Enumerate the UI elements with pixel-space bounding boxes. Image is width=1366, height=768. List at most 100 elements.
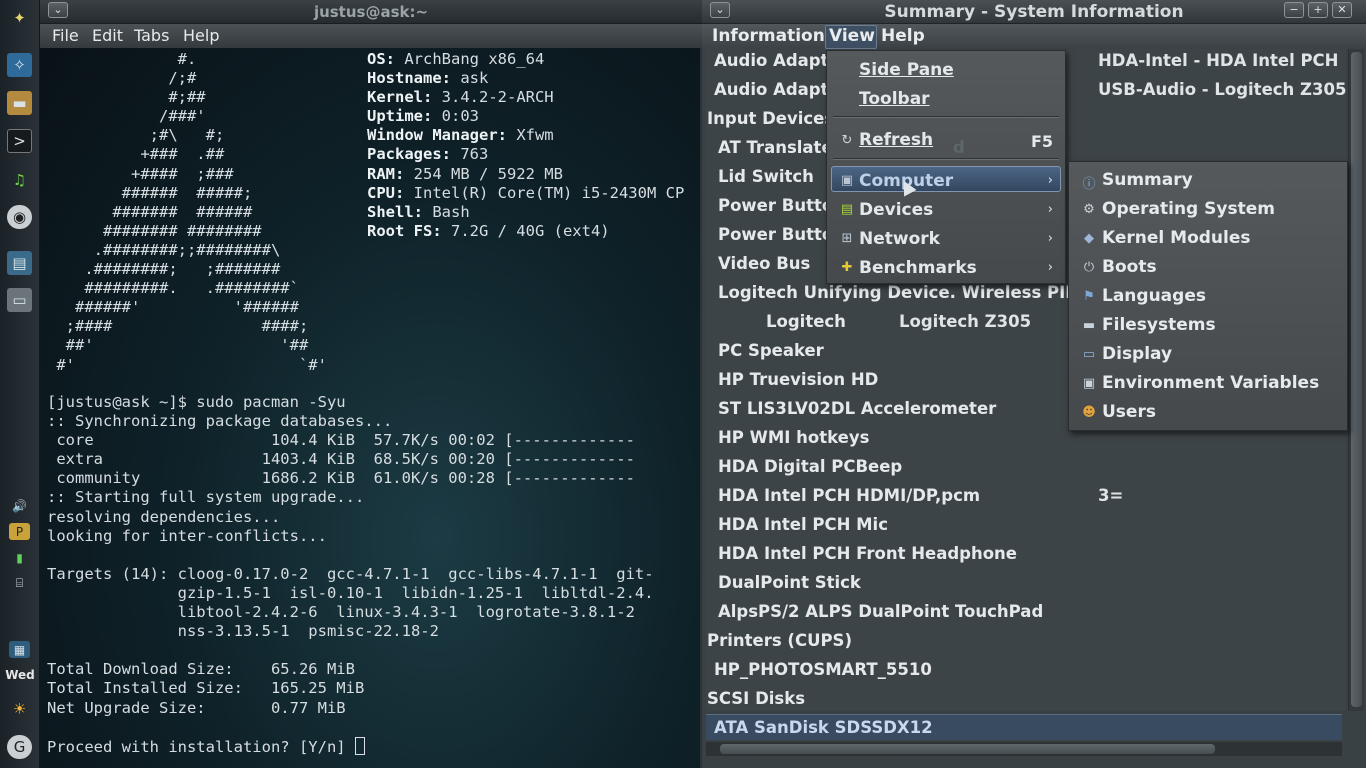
menu-tabs[interactable]: Tabs [134, 26, 169, 45]
info-label: Root FS: [367, 221, 442, 240]
list-item[interactable]: SCSI Disks [707, 689, 805, 708]
info-label: OS: [367, 50, 395, 68]
menu-item-refresh[interactable]: Refresh [859, 130, 933, 150]
list-item[interactable]: Video Bus [718, 254, 810, 273]
scrollbar-thumb[interactable] [1351, 52, 1362, 707]
list-item[interactable]: Input Devices [707, 109, 834, 128]
info-label: RAM: [367, 164, 405, 183]
selected-row-label: ATA SanDisk SDSSDX12 [714, 718, 933, 737]
clipboard-icon[interactable]: P [9, 523, 30, 540]
menu-item-toolbar[interactable]: Toolbar [859, 89, 930, 109]
terminal-output[interactable]: #. /;# #;## /###' ;#\ #; +### .## +#### … [47, 50, 699, 766]
terminal-small-icon: ▣ [1082, 376, 1096, 391]
menu-separator [833, 116, 1059, 118]
output-line: extra 1403.4 KiB 68.5K/s 00:20 [--------… [47, 450, 635, 469]
sysinfo-titlebar[interactable]: ⌄ Summary - System Information − + ✕ [702, 0, 1366, 24]
submenu-item-display[interactable]: Display [1102, 344, 1172, 364]
gear-icon: ⚙ [1083, 202, 1095, 217]
ascii-line: #. [47, 50, 197, 68]
music-icon[interactable]: ♫ [7, 168, 32, 192]
submenu-item-environment-variables[interactable]: Environment Variables [1102, 373, 1319, 393]
menu-file[interactable]: File [52, 26, 79, 45]
menu-information[interactable]: Information [712, 26, 825, 46]
battery-icon[interactable]: ▮ [9, 549, 30, 566]
menu-item-side-pane[interactable]: Side Pane [859, 60, 954, 80]
list-value: 3= [1098, 486, 1124, 505]
list-item[interactable]: Logitech [766, 312, 846, 331]
menu-item-benchmarks[interactable]: Benchmarks [859, 258, 977, 278]
list-item[interactable]: Power Butto [718, 196, 833, 215]
info-value: 7.2G / 40G (ext4) [441, 221, 610, 240]
list-item[interactable]: Lid Switch [718, 167, 814, 186]
list-item[interactable]: HP_PHOTOSMART_5510 [714, 660, 932, 679]
camera-icon[interactable]: ◉ [7, 205, 32, 229]
list-item[interactable]: Power Butto [718, 225, 833, 244]
workspace-icon[interactable]: ▦ [9, 641, 30, 658]
info-value: Intel(R) Core(TM) i5-2430M CP [404, 183, 685, 202]
submenu-item-users[interactable]: Users [1102, 402, 1156, 422]
output-line: Net Upgrade Size: 0.77 MiB [47, 698, 346, 717]
monitor-icon[interactable]: ▭ [7, 288, 32, 312]
info-value: 763 [451, 145, 489, 164]
list-item[interactable]: HDA Intel PCH Front Headphone [718, 544, 1017, 563]
maximize-button[interactable]: + [1308, 2, 1328, 18]
terminal-icon[interactable]: > [7, 129, 32, 153]
menu-separator [833, 158, 1059, 160]
faded-text: d [953, 138, 965, 157]
logout-icon[interactable]: G [7, 735, 32, 759]
ascii-line: ####### ###### [47, 202, 253, 221]
ascii-line: #;## [47, 88, 206, 107]
menu-help[interactable]: Help [183, 26, 219, 45]
list-item[interactable]: HDA Intel PCH Mic [718, 515, 888, 534]
drive-icon: ▬ [1082, 318, 1096, 333]
list-item[interactable]: HDA Intel PCH HDMI/DP,pcm [718, 486, 980, 505]
menu-item-network[interactable]: Network [859, 229, 940, 249]
flag-icon: ⚑ [1083, 289, 1095, 304]
close-button[interactable]: ✕ [1332, 2, 1352, 18]
computer-icon: ▣ [840, 173, 854, 188]
xfce-icon[interactable]: ✧ [7, 53, 32, 77]
scrollbar-thumb[interactable] [720, 744, 1215, 754]
bird-icon[interactable]: ✦ [7, 6, 32, 30]
info-value: 3.4.2-2-ARCH [432, 88, 554, 107]
dock-panel: ✦ ✧ ▬ > ♫ ◉ ▤ ▭ 🔊 P ▮ ⌸ ▦ Wed ☀ G [0, 0, 40, 768]
list-item[interactable]: ST LIS3LV02DL Accelerometer [718, 399, 996, 418]
terminal-titlebar[interactable]: ⌄ justus@ask:~ [40, 0, 702, 24]
submenu-item-kernel-modules[interactable]: Kernel Modules [1102, 228, 1251, 248]
users-icon: ☻ [1082, 405, 1096, 420]
menu-item-devices[interactable]: Devices [859, 200, 933, 220]
list-item[interactable]: Printers (CUPS) [707, 631, 852, 650]
list-item[interactable]: HP WMI hotkeys [718, 428, 869, 447]
info-value: ArchBang x86_64 [395, 50, 545, 68]
chevron-right-icon: › [1047, 260, 1053, 275]
selected-row[interactable]: ATA SanDisk SDSSDX12 [706, 714, 1342, 740]
horizontal-scrollbar[interactable] [706, 742, 1342, 756]
list-item[interactable]: HP Truevision HD [718, 370, 878, 389]
weather-sun-icon[interactable]: ☀ [7, 697, 32, 721]
minimize-button[interactable]: − [1284, 2, 1304, 18]
submenu-item-filesystems[interactable]: Filesystems [1102, 315, 1216, 335]
list-item[interactable]: Logitech Unifying Device. Wireless PID:1… [718, 283, 1109, 302]
menu-view[interactable]: View [829, 26, 875, 46]
sysinfo-title: Summary - System Information [884, 2, 1184, 22]
network-icon[interactable]: ⌸ [9, 575, 30, 592]
menu-edit[interactable]: Edit [92, 26, 123, 45]
submenu-item-summary[interactable]: Summary [1102, 170, 1193, 190]
list-item[interactable]: HDA Digital PCBeep [718, 457, 902, 476]
sysinfo-task-icon[interactable]: ▤ [7, 251, 32, 275]
list-item[interactable]: PC Speaker [718, 341, 824, 360]
vertical-scrollbar[interactable] [1348, 49, 1364, 711]
menu-help[interactable]: Help [881, 26, 925, 46]
list-item[interactable]: DualPoint Stick [718, 573, 861, 592]
terminal-window: ⌄ justus@ask:~ File Edit Tabs Help #. /;… [40, 0, 702, 768]
info-label: Kernel: [367, 88, 433, 107]
chevron-right-icon: › [1047, 202, 1053, 217]
submenu-item-languages[interactable]: Languages [1102, 286, 1206, 306]
list-item[interactable]: AlpsPS/2 ALPS DualPoint TouchPad [718, 602, 1043, 621]
submenu-item-boots[interactable]: Boots [1102, 257, 1157, 277]
volume-icon[interactable]: 🔊 [9, 497, 30, 514]
output-line: Total Installed Size: 165.25 MiB [47, 679, 365, 698]
submenu-item-operating-system[interactable]: Operating System [1102, 199, 1275, 219]
folder-icon[interactable]: ▬ [7, 91, 32, 115]
power-icon: ⏻ [1083, 260, 1095, 275]
